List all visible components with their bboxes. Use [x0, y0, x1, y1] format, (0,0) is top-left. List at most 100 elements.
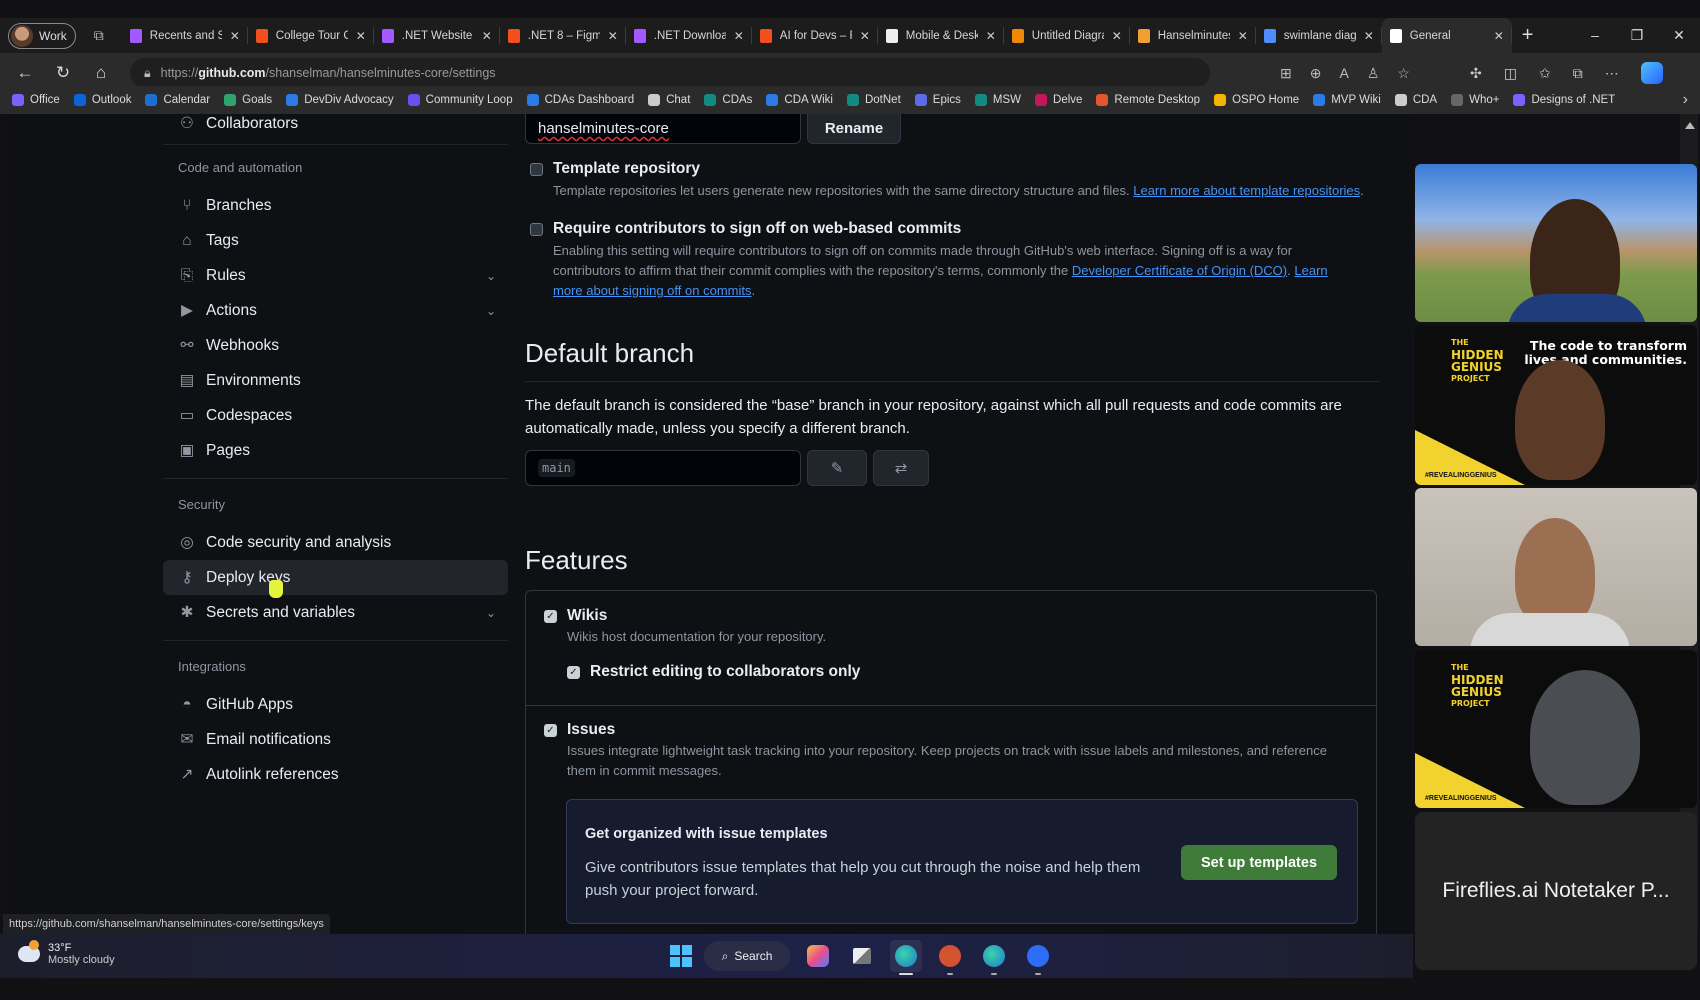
browser-tab[interactable]: General ✕ — [1381, 18, 1512, 53]
copilot-icon[interactable] — [1640, 62, 1663, 84]
sidebar-item-autolink-references[interactable]: ↗ Autolink references — [163, 757, 508, 792]
edge-app[interactable] — [890, 940, 922, 975]
split-screen-icon[interactable]: ◫ — [1504, 65, 1517, 82]
bookmark-item[interactable]: CDAs Dashboard — [526, 94, 634, 106]
close-tab-icon[interactable]: ✕ — [608, 29, 618, 43]
video-tile-participant-2[interactable]: THE HIDDEN GENIUS PROJECT The code to tr… — [1415, 325, 1697, 485]
browser-tab[interactable]: AI for Devs – Fig ✕ — [752, 18, 878, 53]
sidebar-item-collaborators[interactable]: ⚇ Collaborators — [163, 114, 508, 141]
app-available-icon[interactable]: ⊞ — [1280, 65, 1292, 82]
edge-profile-app[interactable] — [978, 940, 1010, 975]
browser-tab[interactable]: .NET Website Ill ✕ — [374, 18, 500, 53]
chevron-down-icon[interactable]: ⌄ — [486, 606, 496, 620]
minimize-button[interactable]: – — [1574, 18, 1616, 53]
browser-tab[interactable]: Mobile & Deskt ✕ — [878, 18, 1004, 53]
signoff-checkbox[interactable] — [530, 222, 543, 236]
wikis-checkbox[interactable]: ✓ — [544, 609, 557, 623]
chevron-down-icon[interactable]: ⌄ — [486, 304, 496, 318]
sidebar-item-branches[interactable]: ⑂ Branches — [163, 188, 508, 223]
close-tab-icon[interactable]: ✕ — [482, 29, 492, 43]
issues-checkbox[interactable]: ✓ — [544, 723, 557, 737]
sidebar-item-environments[interactable]: ▤ Environments — [163, 363, 508, 398]
video-tile-participant-3[interactable] — [1415, 488, 1697, 646]
sidebar-item-secrets-and-variables[interactable]: ✱ Secrets and variables ⌄ — [163, 595, 508, 630]
bookmark-item[interactable]: Community Loop — [407, 94, 513, 106]
new-tab-button[interactable]: + — [1522, 24, 1534, 47]
profile-button[interactable]: Work — [8, 22, 76, 49]
browser-tab[interactable]: College Tour Co ✕ — [248, 18, 374, 53]
scroll-up-icon[interactable] — [1685, 122, 1695, 129]
browser-tab[interactable]: .NET Download ✕ — [626, 18, 752, 53]
close-tab-icon[interactable]: ✕ — [1112, 29, 1122, 43]
refresh-icon[interactable]: ↻ — [44, 63, 82, 83]
bookmark-item[interactable]: Calendar — [145, 94, 210, 106]
template-repository-checkbox[interactable] — [530, 162, 543, 176]
browser-tab[interactable]: Recents and Sha ✕ — [122, 18, 248, 53]
home-icon[interactable]: ⌂ — [82, 63, 120, 83]
close-tab-icon[interactable]: ✕ — [230, 29, 240, 43]
sidebar-item-actions[interactable]: ▶ Actions ⌄ — [163, 293, 508, 328]
bookmark-item[interactable]: OSPO Home — [1214, 94, 1299, 106]
bookmark-item[interactable]: Chat — [648, 94, 690, 106]
close-tab-icon[interactable]: ✕ — [860, 29, 870, 43]
sidebar-item-email-notifications[interactable]: ✉ Email notifications — [163, 722, 508, 757]
bookmark-item[interactable]: MVP Wiki — [1313, 94, 1381, 106]
bookmark-item[interactable]: MSW — [974, 94, 1021, 106]
template-repositories-link[interactable]: Learn more about template repositories — [1133, 183, 1360, 198]
close-tab-icon[interactable]: ✕ — [986, 29, 996, 43]
sidebar-item-deploy-keys[interactable]: ⚷ Deploy keys — [163, 560, 508, 595]
video-tile-participant-1[interactable] — [1415, 164, 1697, 322]
sidebar-item-tags[interactable]: ⌂ Tags — [163, 223, 508, 258]
favorites-icon[interactable]: ✩ — [1539, 65, 1551, 82]
bookmark-item[interactable]: Goals — [224, 94, 272, 106]
set-up-templates-button[interactable]: Set up templates — [1181, 845, 1337, 880]
collections-icon[interactable]: ⧉ — [1573, 65, 1583, 82]
extensions-icon[interactable]: ✣ — [1470, 65, 1482, 82]
dco-link[interactable]: Developer Certificate of Origin (DCO) — [1072, 263, 1287, 278]
weather-widget[interactable]: 33°F Mostly cloudy — [18, 940, 115, 966]
back-icon[interactable]: ← — [6, 63, 44, 83]
sidebar-item-rules[interactable]: ⎘ Rules ⌄ — [163, 258, 508, 293]
rename-button[interactable]: Rename — [807, 114, 901, 144]
more-menu-icon[interactable]: ⋯ — [1605, 65, 1619, 82]
sidebar-item-github-apps[interactable]: ◓ GitHub Apps — [163, 687, 508, 722]
task-view-app[interactable] — [846, 940, 878, 972]
powerpoint-app[interactable] — [934, 940, 966, 975]
address-bar[interactable]: 🔒︎ https://github.com/shanselman/hanselm… — [130, 58, 1210, 88]
zoom-app[interactable] — [1022, 940, 1054, 975]
zoom-icon[interactable]: ⊕ — [1310, 65, 1322, 82]
browser-tab[interactable]: Untitled Diagran ✕ — [1004, 18, 1130, 53]
bookmark-item[interactable]: Designs of .NET — [1513, 94, 1615, 106]
bookmark-item[interactable]: Remote Desktop — [1096, 94, 1200, 106]
chevron-down-icon[interactable]: ⌄ — [486, 269, 496, 283]
close-window-button[interactable]: ✕ — [1658, 18, 1700, 53]
bookmark-item[interactable]: CDAs — [704, 94, 752, 106]
sidebar-item-webhooks[interactable]: ⚯ Webhooks — [163, 328, 508, 363]
read-aloud-icon[interactable]: A — [1339, 65, 1348, 82]
browser-tab[interactable]: .NET 8 – Figma ✕ — [500, 18, 626, 53]
rename-branch-button[interactable]: ✎ — [807, 450, 867, 486]
favorite-star-icon[interactable]: ☆ — [1397, 65, 1410, 82]
taskbar-search[interactable]: ⌕ Search — [704, 941, 790, 971]
sidebar-item-pages[interactable]: ▣ Pages — [163, 433, 508, 468]
sidebar-item-code-security-and-analysis[interactable]: ◎ Code security and analysis — [163, 525, 508, 560]
copilot-app[interactable] — [802, 940, 834, 972]
bookmark-item[interactable]: Outlook — [73, 94, 131, 106]
close-tab-icon[interactable]: ✕ — [1364, 29, 1374, 43]
bookmarks-overflow-icon[interactable]: › — [1683, 91, 1688, 109]
notetaker-tile[interactable]: Fireflies.ai Notetaker P... — [1415, 812, 1697, 970]
start-button[interactable] — [670, 945, 692, 967]
repository-name-input[interactable]: hanselminutes-core — [525, 114, 801, 144]
close-tab-icon[interactable]: ✕ — [734, 29, 744, 43]
restrict-editing-checkbox[interactable]: ✓ — [567, 665, 580, 679]
bookmark-item[interactable]: DevDiv Advocacy — [286, 94, 394, 106]
bookmark-item[interactable]: CDA — [1394, 94, 1437, 106]
browser-tab[interactable]: swimlane diagra ✕ — [1256, 18, 1382, 53]
close-tab-icon[interactable]: ✕ — [1238, 29, 1248, 43]
bookmark-item[interactable]: Delve — [1035, 94, 1082, 106]
bookmark-item[interactable]: Office — [12, 94, 60, 106]
bookmark-item[interactable]: CDA Wiki — [766, 94, 833, 106]
sidebar-item-codespaces[interactable]: ▭ Codespaces — [163, 398, 508, 433]
video-tile-participant-4[interactable]: THE HIDDEN GENIUS PROJECT #REVEALINGGENI… — [1415, 650, 1697, 808]
profile-share-icon[interactable]: ♙ — [1367, 65, 1380, 82]
